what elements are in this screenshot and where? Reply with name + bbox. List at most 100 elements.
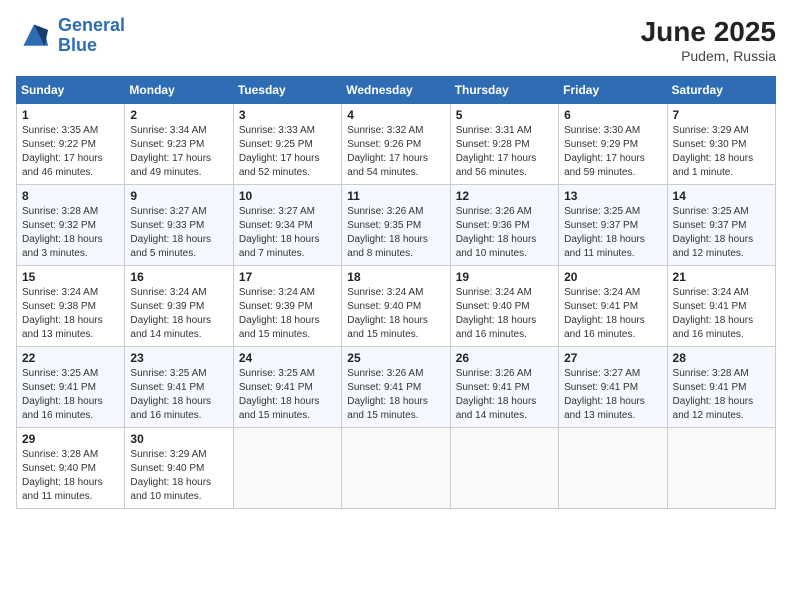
day-info: Sunrise: 3:25 AM Sunset: 9:37 PM Dayligh… <box>564 205 661 261</box>
calendar-cell: 21 Sunrise: 3:24 AM Sunset: 9:41 PM Dayl… <box>667 266 775 347</box>
calendar-cell: 12 Sunrise: 3:26 AM Sunset: 9:36 PM Dayl… <box>450 185 558 266</box>
day-number: 11 <box>347 189 444 203</box>
day-info: Sunrise: 3:24 AM Sunset: 9:38 PM Dayligh… <box>22 286 119 342</box>
day-info: Sunrise: 3:35 AM Sunset: 9:22 PM Dayligh… <box>22 124 119 180</box>
day-number: 27 <box>564 351 661 365</box>
calendar-cell <box>559 428 667 509</box>
day-info: Sunrise: 3:34 AM Sunset: 9:23 PM Dayligh… <box>130 124 227 180</box>
day-info: Sunrise: 3:24 AM Sunset: 9:41 PM Dayligh… <box>673 286 770 342</box>
day-number: 28 <box>673 351 770 365</box>
calendar-cell: 28 Sunrise: 3:28 AM Sunset: 9:41 PM Dayl… <box>667 347 775 428</box>
calendar-cell: 3 Sunrise: 3:33 AM Sunset: 9:25 PM Dayli… <box>233 104 341 185</box>
calendar-cell: 23 Sunrise: 3:25 AM Sunset: 9:41 PM Dayl… <box>125 347 233 428</box>
day-number: 21 <box>673 270 770 284</box>
calendar-cell: 24 Sunrise: 3:25 AM Sunset: 9:41 PM Dayl… <box>233 347 341 428</box>
day-number: 17 <box>239 270 336 284</box>
header-wednesday: Wednesday <box>342 77 450 104</box>
day-info: Sunrise: 3:26 AM Sunset: 9:35 PM Dayligh… <box>347 205 444 261</box>
logo-icon <box>16 21 52 51</box>
day-number: 24 <box>239 351 336 365</box>
calendar-cell: 25 Sunrise: 3:26 AM Sunset: 9:41 PM Dayl… <box>342 347 450 428</box>
calendar-cell: 5 Sunrise: 3:31 AM Sunset: 9:28 PM Dayli… <box>450 104 558 185</box>
day-info: Sunrise: 3:28 AM Sunset: 9:41 PM Dayligh… <box>673 367 770 423</box>
day-number: 5 <box>456 108 553 122</box>
day-info: Sunrise: 3:25 AM Sunset: 9:41 PM Dayligh… <box>239 367 336 423</box>
day-info: Sunrise: 3:33 AM Sunset: 9:25 PM Dayligh… <box>239 124 336 180</box>
header-tuesday: Tuesday <box>233 77 341 104</box>
header-sunday: Sunday <box>17 77 125 104</box>
day-number: 16 <box>130 270 227 284</box>
header-friday: Friday <box>559 77 667 104</box>
day-info: Sunrise: 3:24 AM Sunset: 9:40 PM Dayligh… <box>347 286 444 342</box>
calendar-cell: 27 Sunrise: 3:27 AM Sunset: 9:41 PM Dayl… <box>559 347 667 428</box>
day-number: 23 <box>130 351 227 365</box>
calendar-cell: 2 Sunrise: 3:34 AM Sunset: 9:23 PM Dayli… <box>125 104 233 185</box>
day-info: Sunrise: 3:24 AM Sunset: 9:39 PM Dayligh… <box>239 286 336 342</box>
calendar-cell: 18 Sunrise: 3:24 AM Sunset: 9:40 PM Dayl… <box>342 266 450 347</box>
calendar-week-1: 1 Sunrise: 3:35 AM Sunset: 9:22 PM Dayli… <box>17 104 776 185</box>
calendar-cell: 22 Sunrise: 3:25 AM Sunset: 9:41 PM Dayl… <box>17 347 125 428</box>
day-info: Sunrise: 3:24 AM Sunset: 9:41 PM Dayligh… <box>564 286 661 342</box>
calendar-cell: 14 Sunrise: 3:25 AM Sunset: 9:37 PM Dayl… <box>667 185 775 266</box>
calendar-week-2: 8 Sunrise: 3:28 AM Sunset: 9:32 PM Dayli… <box>17 185 776 266</box>
day-info: Sunrise: 3:25 AM Sunset: 9:41 PM Dayligh… <box>130 367 227 423</box>
day-number: 29 <box>22 432 119 446</box>
calendar-cell <box>667 428 775 509</box>
calendar-cell: 29 Sunrise: 3:28 AM Sunset: 9:40 PM Dayl… <box>17 428 125 509</box>
day-info: Sunrise: 3:25 AM Sunset: 9:41 PM Dayligh… <box>22 367 119 423</box>
day-info: Sunrise: 3:27 AM Sunset: 9:33 PM Dayligh… <box>130 205 227 261</box>
calendar-cell: 20 Sunrise: 3:24 AM Sunset: 9:41 PM Dayl… <box>559 266 667 347</box>
day-info: Sunrise: 3:29 AM Sunset: 9:40 PM Dayligh… <box>130 448 227 504</box>
header-monday: Monday <box>125 77 233 104</box>
calendar-cell: 19 Sunrise: 3:24 AM Sunset: 9:40 PM Dayl… <box>450 266 558 347</box>
calendar-cell: 16 Sunrise: 3:24 AM Sunset: 9:39 PM Dayl… <box>125 266 233 347</box>
calendar-table: SundayMondayTuesdayWednesdayThursdayFrid… <box>16 76 776 509</box>
day-number: 7 <box>673 108 770 122</box>
day-info: Sunrise: 3:25 AM Sunset: 9:37 PM Dayligh… <box>673 205 770 261</box>
calendar-cell: 1 Sunrise: 3:35 AM Sunset: 9:22 PM Dayli… <box>17 104 125 185</box>
day-info: Sunrise: 3:26 AM Sunset: 9:36 PM Dayligh… <box>456 205 553 261</box>
day-number: 13 <box>564 189 661 203</box>
calendar-week-5: 29 Sunrise: 3:28 AM Sunset: 9:40 PM Dayl… <box>17 428 776 509</box>
day-info: Sunrise: 3:26 AM Sunset: 9:41 PM Dayligh… <box>347 367 444 423</box>
day-number: 2 <box>130 108 227 122</box>
calendar-header-row: SundayMondayTuesdayWednesdayThursdayFrid… <box>17 77 776 104</box>
calendar-cell <box>342 428 450 509</box>
calendar-cell: 6 Sunrise: 3:30 AM Sunset: 9:29 PM Dayli… <box>559 104 667 185</box>
day-info: Sunrise: 3:24 AM Sunset: 9:39 PM Dayligh… <box>130 286 227 342</box>
day-number: 1 <box>22 108 119 122</box>
calendar-cell <box>233 428 341 509</box>
header-saturday: Saturday <box>667 77 775 104</box>
calendar-cell: 15 Sunrise: 3:24 AM Sunset: 9:38 PM Dayl… <box>17 266 125 347</box>
calendar-cell: 7 Sunrise: 3:29 AM Sunset: 9:30 PM Dayli… <box>667 104 775 185</box>
day-info: Sunrise: 3:31 AM Sunset: 9:28 PM Dayligh… <box>456 124 553 180</box>
page-title: June 2025 <box>641 16 776 48</box>
logo: General Blue <box>16 16 125 56</box>
calendar-cell: 30 Sunrise: 3:29 AM Sunset: 9:40 PM Dayl… <box>125 428 233 509</box>
calendar-cell: 26 Sunrise: 3:26 AM Sunset: 9:41 PM Dayl… <box>450 347 558 428</box>
calendar-week-4: 22 Sunrise: 3:25 AM Sunset: 9:41 PM Dayl… <box>17 347 776 428</box>
calendar-cell <box>450 428 558 509</box>
day-number: 14 <box>673 189 770 203</box>
calendar-cell: 11 Sunrise: 3:26 AM Sunset: 9:35 PM Dayl… <box>342 185 450 266</box>
day-number: 15 <box>22 270 119 284</box>
day-number: 18 <box>347 270 444 284</box>
day-info: Sunrise: 3:28 AM Sunset: 9:40 PM Dayligh… <box>22 448 119 504</box>
calendar-cell: 8 Sunrise: 3:28 AM Sunset: 9:32 PM Dayli… <box>17 185 125 266</box>
day-info: Sunrise: 3:24 AM Sunset: 9:40 PM Dayligh… <box>456 286 553 342</box>
title-block: June 2025 Pudem, Russia <box>641 16 776 64</box>
calendar-week-3: 15 Sunrise: 3:24 AM Sunset: 9:38 PM Dayl… <box>17 266 776 347</box>
day-number: 10 <box>239 189 336 203</box>
day-number: 26 <box>456 351 553 365</box>
day-number: 4 <box>347 108 444 122</box>
day-number: 8 <box>22 189 119 203</box>
day-info: Sunrise: 3:30 AM Sunset: 9:29 PM Dayligh… <box>564 124 661 180</box>
calendar-cell: 10 Sunrise: 3:27 AM Sunset: 9:34 PM Dayl… <box>233 185 341 266</box>
page-header: General Blue June 2025 Pudem, Russia <box>16 16 776 64</box>
calendar-cell: 9 Sunrise: 3:27 AM Sunset: 9:33 PM Dayli… <box>125 185 233 266</box>
day-number: 22 <box>22 351 119 365</box>
day-number: 30 <box>130 432 227 446</box>
day-number: 3 <box>239 108 336 122</box>
day-number: 12 <box>456 189 553 203</box>
day-info: Sunrise: 3:27 AM Sunset: 9:41 PM Dayligh… <box>564 367 661 423</box>
